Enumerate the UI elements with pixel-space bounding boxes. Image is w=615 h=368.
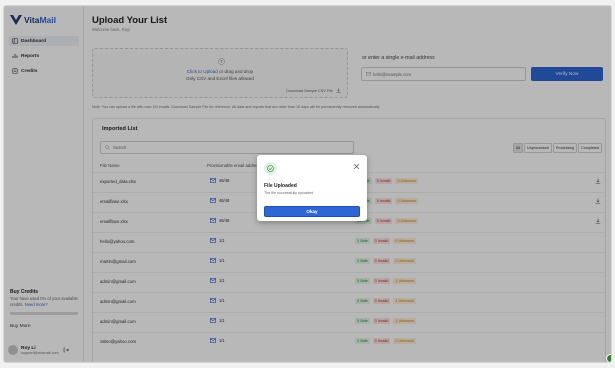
check-circle-icon <box>264 162 277 175</box>
dialog-title: File Uploaded <box>264 183 297 189</box>
shield-badge-icon[interactable] <box>606 354 611 362</box>
file-uploaded-dialog: File Uploaded The file successfully uplo… <box>257 155 367 221</box>
okay-button[interactable]: Okay <box>264 206 360 217</box>
close-icon[interactable] <box>353 163 360 170</box>
dialog-message: The file successfully uploaded <box>264 191 314 195</box>
app-window: VitaMail Dashboard Reports Credits Buy C… <box>3 5 612 363</box>
